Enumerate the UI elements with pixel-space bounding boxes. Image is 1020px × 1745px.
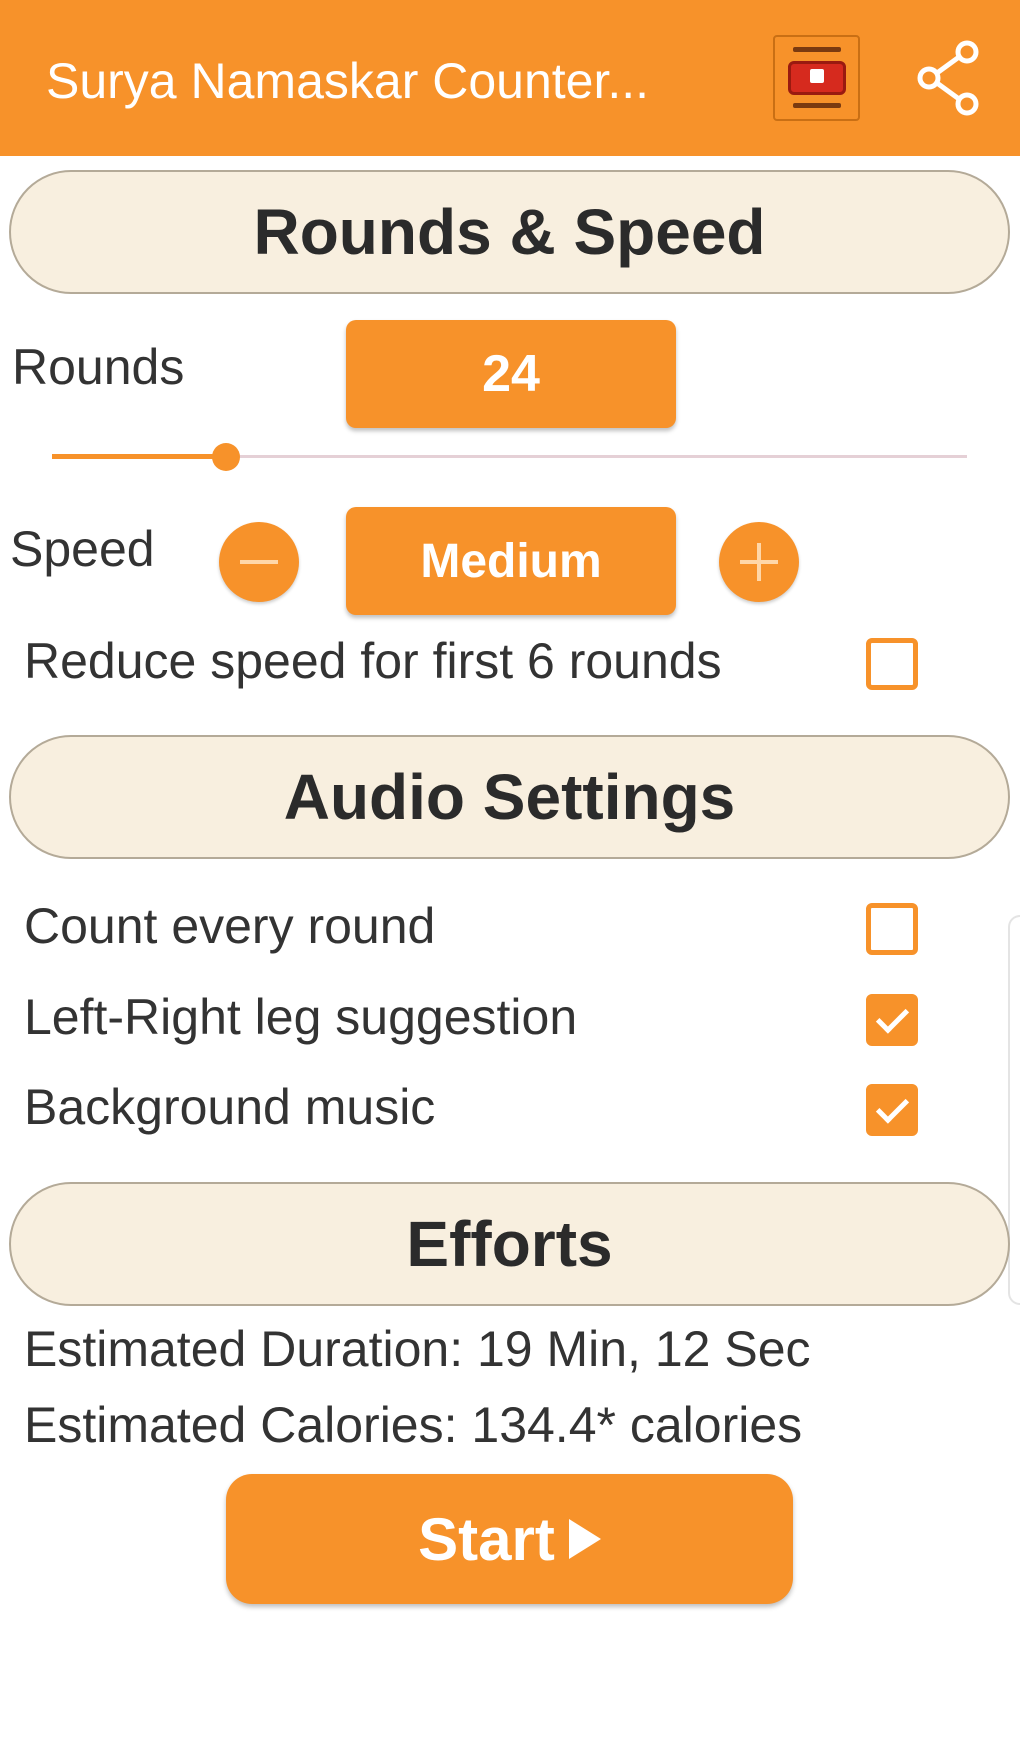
rounds-label: Rounds [12,339,185,395]
left-right-leg-checkbox[interactable] [866,994,918,1046]
app-title: Surya Namaskar Counter... [46,53,650,109]
estimated-calories: Estimated Calories: 134.4* calories [24,1397,803,1453]
rounds-value[interactable]: 24 [346,320,676,428]
count-every-round-label: Count every round [24,898,436,954]
section-header-rounds-speed: Rounds & Speed [9,170,1010,294]
section-header-audio-settings: Audio Settings [9,735,1010,859]
speed-decrease-button[interactable] [219,522,299,602]
start-button[interactable]: Start [226,1474,793,1604]
speed-value: Medium [346,507,676,615]
share-icon[interactable] [915,38,985,118]
reduce-speed-checkbox[interactable] [866,638,918,690]
start-label: Start [418,1505,555,1573]
background-music-label: Background music [24,1079,436,1135]
app-bar: Surya Namaskar Counter... [0,0,1020,156]
slider-fill [52,454,226,459]
speed-label: Speed [10,521,155,577]
background-music-checkbox[interactable] [866,1084,918,1136]
reduce-speed-label: Reduce speed for first 6 rounds [24,633,722,689]
play-icon [568,1519,601,1559]
rounds-slider[interactable] [52,437,967,477]
estimated-duration: Estimated Duration: 19 Min, 12 Sec [24,1321,811,1377]
count-every-round-checkbox[interactable] [866,903,918,955]
section-header-efforts: Efforts [9,1182,1010,1306]
tv-ad-icon[interactable] [773,35,860,121]
slider-thumb[interactable] [211,443,240,471]
plus-icon [740,543,778,581]
left-right-leg-label: Left-Right leg suggestion [24,989,578,1045]
speed-increase-button[interactable] [719,522,799,602]
minus-icon [240,560,278,564]
